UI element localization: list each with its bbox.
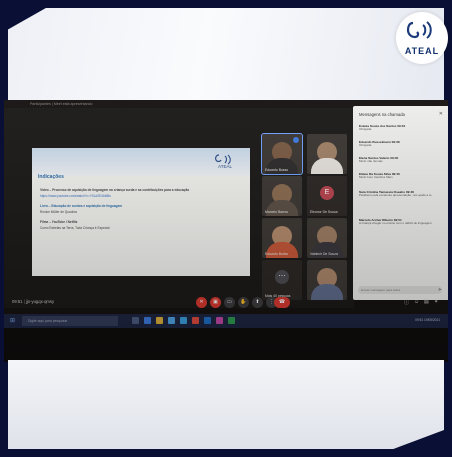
chat-message-text: Parabéns pela excelente apresentação, no… bbox=[359, 194, 432, 197]
chat-input[interactable]: Enviar mensagem para todos bbox=[358, 286, 442, 294]
mic-off-icon[interactable]: ✕ bbox=[196, 297, 207, 308]
participant-avatar: E bbox=[320, 186, 334, 200]
participant-tile[interactable]: E Eleonor De Souza bbox=[307, 176, 347, 216]
chat-message: Evania Souza dos Santos 09:34 Obrigada bbox=[359, 124, 443, 132]
participant-tile[interactable]: Eduardo Borba bbox=[262, 218, 302, 258]
slide-film-name: Como Estrelas na Terra, Toda Criança é E… bbox=[40, 226, 110, 230]
tray-time: 09:51 bbox=[415, 318, 424, 322]
system-tray: 09:51 19/05/2021 bbox=[415, 318, 440, 322]
word-icon[interactable] bbox=[204, 317, 211, 324]
slide-video-title: Vídeo – Processo de aquisição de linguag… bbox=[40, 188, 190, 192]
slide-video-link[interactable]: https://www.youtube.com/watch?v=Y0Ld2E4b… bbox=[40, 194, 242, 198]
monitor-screen: Participantes | Meet está apresentando A… bbox=[4, 100, 448, 362]
slide-film-title: Filme – YouTube / Netflix bbox=[40, 220, 78, 224]
close-icon[interactable]: ✕ bbox=[439, 111, 443, 117]
activities-icon[interactable]: ✶ bbox=[434, 299, 438, 305]
chrome-icon[interactable] bbox=[192, 317, 199, 324]
presentation-stage: ATEAL Indicações Vídeo – Processo de aqu… bbox=[4, 108, 354, 308]
leave-call-icon[interactable]: ☎ bbox=[274, 297, 290, 308]
store-icon[interactable] bbox=[168, 317, 175, 324]
file-explorer-icon[interactable] bbox=[156, 317, 163, 324]
ateal-logo: ATEAL bbox=[396, 12, 448, 64]
participant-name: Valdecir De Souza bbox=[310, 252, 338, 256]
more-participants-tile[interactable]: ⋯ Mais 40 pessoas bbox=[262, 260, 302, 300]
meeting-code: jjn-yugqx-qmsy bbox=[25, 299, 55, 304]
more-participants-icon: ⋯ bbox=[275, 270, 289, 284]
slide-logo: ATEAL bbox=[208, 152, 242, 174]
raise-hand-icon[interactable]: ✋ bbox=[238, 297, 249, 308]
chat-message: Marcelo Archer Ribeiro 09:51 A criança c… bbox=[359, 218, 443, 226]
monitor-bezel bbox=[4, 328, 448, 362]
app-icon[interactable] bbox=[216, 317, 223, 324]
ateal-logo-icon bbox=[406, 21, 432, 39]
edge-icon[interactable] bbox=[144, 317, 151, 324]
participant-tile[interactable] bbox=[307, 260, 347, 300]
camera-off-icon[interactable]: ▣ bbox=[210, 297, 221, 308]
participant-name: Eduardo Busso bbox=[265, 168, 289, 172]
participant-tile[interactable]: Eduardo Busso bbox=[262, 134, 302, 174]
top-background bbox=[8, 8, 444, 100]
taskbar-search-input[interactable]: Digite aqui para pesquisar bbox=[22, 316, 118, 326]
windows-taskbar: ⊞ Digite aqui para pesquisar 09:51 19/05… bbox=[4, 314, 448, 328]
corner-decoration bbox=[0, 0, 60, 34]
chat-message: Elena Santos Valerio 09:40 Muito não dem… bbox=[359, 156, 443, 164]
slide-book-title: Livro – Educação de surdos e aquisição d… bbox=[40, 204, 123, 208]
slide-logo-text: ATEAL bbox=[218, 164, 232, 169]
tray-date: 19/05/2021 bbox=[424, 318, 440, 322]
chat-message-text: A criança chegar no ensino com o déficit… bbox=[359, 222, 432, 225]
slide-book-author: Ronice Müller de Quadros bbox=[40, 210, 78, 214]
task-view-icon[interactable] bbox=[132, 317, 139, 324]
chat-message: Eduardo Busselmann 09:38 Obrigada bbox=[359, 140, 443, 148]
chat-message-text: Obrigada bbox=[359, 128, 372, 131]
chat-message-text: Obrigada bbox=[359, 144, 372, 147]
chat-icon[interactable]: ▤ bbox=[424, 299, 429, 305]
chat-message-text: Muito não demais bbox=[359, 160, 383, 163]
info-icon[interactable]: ⓘ bbox=[404, 299, 409, 306]
presentation-slide: ATEAL Indicações Vídeo – Processo de aqu… bbox=[32, 148, 250, 276]
send-icon[interactable]: ➤ bbox=[438, 287, 442, 293]
participant-body bbox=[311, 158, 343, 174]
people-icon[interactable]: ☺ bbox=[414, 299, 419, 305]
windows-start-icon[interactable]: ⊞ bbox=[10, 317, 15, 324]
meeting-controls-bar: 09:51 | jjn-yugqx-qmsy ✕ ▣ ▭ ✋ ⬆ ⋮ ☎ ⓘ ☺… bbox=[4, 296, 448, 310]
brand-name: ATEAL bbox=[404, 46, 440, 56]
meeting-window-title: Participantes | Meet está apresentando bbox=[30, 102, 93, 106]
participant-tile[interactable]: Marcelo Barros bbox=[262, 176, 302, 216]
meeting-clock: 09:51 bbox=[12, 299, 23, 304]
photo-frame: ATEAL Participantes | Meet está apresent… bbox=[0, 0, 452, 457]
corner-decoration bbox=[372, 427, 452, 457]
participant-name: Marcelo Barros bbox=[265, 210, 288, 214]
chat-panel: Mensagens na chamada ✕ Evania Souza dos … bbox=[353, 106, 448, 300]
chat-panel-title: Mensagens na chamada bbox=[359, 112, 405, 117]
participant-name: Eleonor De Souza bbox=[310, 210, 338, 214]
participant-name: Eduardo Borba bbox=[265, 252, 288, 256]
participant-tile[interactable]: Valdecir De Souza bbox=[307, 218, 347, 258]
chat-message: Eliane Da Souza Silva 09:46 Muito bom Ca… bbox=[359, 172, 443, 180]
mail-icon[interactable] bbox=[180, 317, 187, 324]
present-icon[interactable]: ⬆ bbox=[252, 297, 263, 308]
chat-message-text: Muito bom Carolina Slam bbox=[359, 176, 393, 179]
slide-title: Indicações bbox=[38, 174, 64, 180]
participant-tile[interactable] bbox=[307, 134, 347, 174]
excel-icon[interactable] bbox=[228, 317, 235, 324]
chat-message: Sara Cristina Tamassia Oseaho 09:48 Para… bbox=[359, 190, 443, 198]
captions-icon[interactable]: ▭ bbox=[224, 297, 235, 308]
speaking-icon bbox=[293, 137, 299, 143]
meeting-time: 09:51 | jjn-yugqx-qmsy bbox=[12, 299, 55, 304]
